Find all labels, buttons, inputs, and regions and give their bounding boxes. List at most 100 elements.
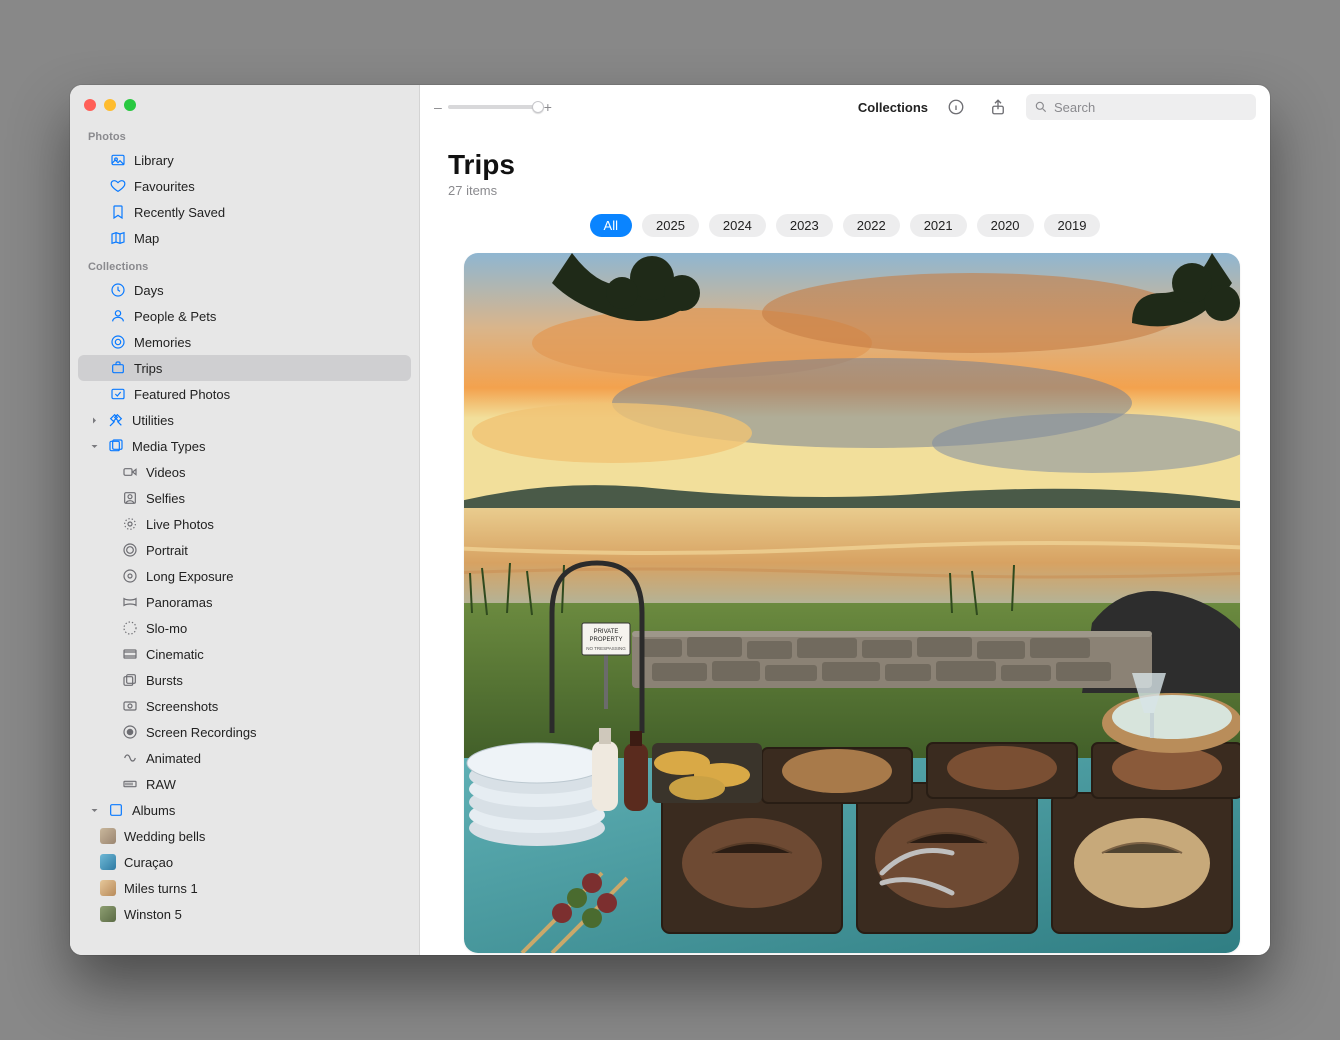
close-button[interactable] [84, 99, 96, 111]
bookmark-icon [110, 204, 126, 220]
people-icon [110, 308, 126, 324]
filter-2021[interactable]: 2021 [910, 214, 967, 237]
chevron-down-icon [88, 806, 100, 815]
sidebar-item-bursts[interactable]: Bursts [78, 667, 411, 693]
trip-card[interactable]: PRIVATE PROPERTY NO TRESPASSING [464, 253, 1240, 953]
sidebar-item-favourites[interactable]: Favourites [78, 173, 411, 199]
content-area: Trips 27 items All 2025 2024 2023 2022 2… [420, 129, 1270, 955]
sidebar-album-miles-turns-1[interactable]: Miles turns 1 [78, 875, 411, 901]
sidebar-item-label: Miles turns 1 [124, 881, 198, 896]
sidebar-item-label: People & Pets [134, 309, 216, 324]
section-header-collections: Collections [78, 251, 411, 277]
filter-2023[interactable]: 2023 [776, 214, 833, 237]
share-button[interactable] [984, 93, 1012, 121]
clock-icon [110, 282, 126, 298]
sidebar-item-panoramas[interactable]: Panoramas [78, 589, 411, 615]
sidebar-item-screenshots[interactable]: Screenshots [78, 693, 411, 719]
memories-icon [110, 334, 126, 350]
sidebar-item-raw[interactable]: RAW [78, 771, 411, 797]
zoom-plus: + [544, 99, 552, 115]
sidebar-item-label: Videos [146, 465, 186, 480]
screenshots-icon [122, 698, 138, 714]
sidebar-item-videos[interactable]: Videos [78, 459, 411, 485]
sidebar-item-label: Slo-mo [146, 621, 187, 636]
sidebar-item-albums[interactable]: Albums [78, 797, 411, 823]
minimize-button[interactable] [104, 99, 116, 111]
sidebar-item-trips[interactable]: Trips [78, 355, 411, 381]
filter-2022[interactable]: 2022 [843, 214, 900, 237]
chevron-right-icon [88, 416, 100, 425]
sidebar-album-winston-5[interactable]: Winston 5 [78, 901, 411, 927]
year-filters: All 2025 2024 2023 2022 2021 2020 2019 [420, 214, 1270, 249]
sidebar-item-media-types[interactable]: Media Types [78, 433, 411, 459]
sidebar-album-wedding-bells[interactable]: Wedding bells [78, 823, 411, 849]
screen-recordings-icon [122, 724, 138, 740]
search-icon [1034, 100, 1048, 114]
sidebar-item-label: Media Types [132, 439, 205, 454]
featured-icon [110, 386, 126, 402]
sidebar-item-days[interactable]: Days [78, 277, 411, 303]
sidebar-item-selfies[interactable]: Selfies [78, 485, 411, 511]
sidebar-item-utilities[interactable]: Utilities [78, 407, 411, 433]
sidebar-item-featured-photos[interactable]: Featured Photos [78, 381, 411, 407]
zoom-slider[interactable]: – + [434, 99, 552, 115]
sidebar-item-portrait[interactable]: Portrait [78, 537, 411, 563]
sidebar: Photos Library Favourites [70, 85, 420, 955]
sidebar-item-people-pets[interactable]: People & Pets [78, 303, 411, 329]
info-button[interactable] [942, 93, 970, 121]
sidebar-scroll: Photos Library Favourites [70, 121, 419, 955]
sidebar-item-label: RAW [146, 777, 176, 792]
heart-icon [110, 178, 126, 194]
sidebar-item-label: Cinematic [146, 647, 204, 662]
sidebar-item-label: Albums [132, 803, 175, 818]
sidebar-item-label: Library [134, 153, 174, 168]
sidebar-album-curacao[interactable]: Curaçao [78, 849, 411, 875]
svg-text:PRIVATE: PRIVATE [594, 629, 619, 635]
album-thumbnail [100, 880, 116, 896]
sidebar-item-cinematic[interactable]: Cinematic [78, 641, 411, 667]
window-controls [70, 85, 419, 121]
sidebar-item-label: Panoramas [146, 595, 212, 610]
trip-cover-photo: PRIVATE PROPERTY NO TRESPASSING [464, 253, 1240, 953]
sidebar-item-label: Trips [134, 361, 162, 376]
sidebar-item-label: Winston 5 [124, 907, 182, 922]
filter-2024[interactable]: 2024 [709, 214, 766, 237]
sidebar-item-label: Screen Recordings [146, 725, 257, 740]
sidebar-item-memories[interactable]: Memories [78, 329, 411, 355]
filter-2025[interactable]: 2025 [642, 214, 699, 237]
sidebar-item-label: Wedding bells [124, 829, 205, 844]
sidebar-item-label: Long Exposure [146, 569, 233, 584]
sidebar-item-label: Memories [134, 335, 191, 350]
sidebar-item-label: Days [134, 283, 164, 298]
sidebar-item-library[interactable]: Library [78, 147, 411, 173]
search-field[interactable] [1026, 94, 1256, 120]
filter-all[interactable]: All [590, 214, 632, 237]
sidebar-item-recently-saved[interactable]: Recently Saved [78, 199, 411, 225]
filter-2020[interactable]: 2020 [977, 214, 1034, 237]
view-mode-label[interactable]: Collections [858, 100, 928, 115]
sidebar-item-slo-mo[interactable]: Slo-mo [78, 615, 411, 641]
selfie-icon [122, 490, 138, 506]
slomo-icon [122, 620, 138, 636]
sidebar-item-long-exposure[interactable]: Long Exposure [78, 563, 411, 589]
zoom-thumb[interactable] [532, 101, 544, 113]
sidebar-item-label: Curaçao [124, 855, 173, 870]
svg-text:NO TRESPASSING: NO TRESPASSING [586, 646, 626, 651]
album-thumbnail [100, 906, 116, 922]
sidebar-item-animated[interactable]: Animated [78, 745, 411, 771]
portrait-icon [122, 542, 138, 558]
app-window: Photos Library Favourites [70, 85, 1270, 955]
cinematic-icon [122, 646, 138, 662]
maximize-button[interactable] [124, 99, 136, 111]
sidebar-item-label: Featured Photos [134, 387, 230, 402]
sidebar-item-map[interactable]: Map [78, 225, 411, 251]
search-input[interactable] [1054, 100, 1248, 115]
animated-icon [122, 750, 138, 766]
filter-2019[interactable]: 2019 [1044, 214, 1101, 237]
sidebar-item-screen-recordings[interactable]: Screen Recordings [78, 719, 411, 745]
bursts-icon [122, 672, 138, 688]
main-pane: – + Collections Trips 27 items [420, 85, 1270, 955]
map-icon [110, 230, 126, 246]
sidebar-item-live-photos[interactable]: Live Photos [78, 511, 411, 537]
utilities-icon [108, 412, 124, 428]
